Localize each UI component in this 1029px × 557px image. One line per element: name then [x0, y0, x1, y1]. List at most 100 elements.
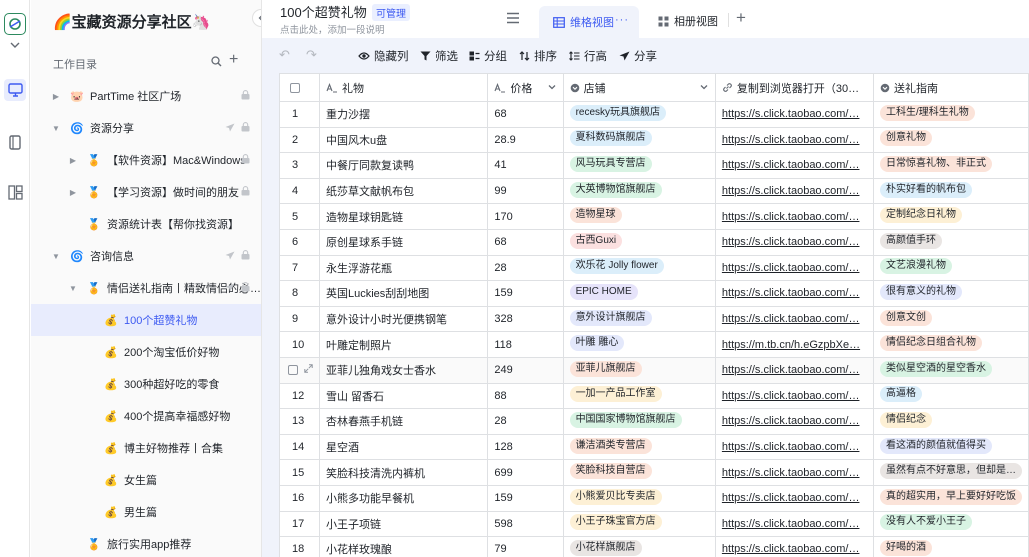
table-row[interactable]: 2 中国风木u盘 28.9 夏科数码旗舰店 https://s.click.taobao…	[279, 126, 1029, 154]
tab-album-view[interactable]: 相册视图	[658, 13, 718, 29]
table-row[interactable]: 7 永生浮游花瓶 28 欢乐花 Jolly flower https://s.click…	[279, 254, 1029, 282]
product-link[interactable]: https://s.click.taobao.com/…	[722, 441, 860, 453]
sidebar-item[interactable]: 🏅 资源统计表【帮你找资源】	[31, 208, 261, 240]
table-row[interactable]: 5 造物星球钥匙链 170 造物星球 https://s.click.taobao.co…	[279, 203, 1029, 230]
product-link[interactable]: https://s.click.taobao.com/…	[722, 364, 860, 376]
cell-shop[interactable]: 笑脸科技自营店	[562, 459, 716, 486]
sidebar-collapse-button[interactable]	[252, 9, 261, 27]
cell-gift[interactable]: 重力沙摆	[318, 101, 489, 128]
sidebar-item[interactable]: 💰 200个淘宝低价好物	[31, 336, 261, 368]
cell-link[interactable]: https://s.click.taobao.com/…	[714, 254, 874, 282]
sidebar-item[interactable]: 🏅 旅行实用app推荐	[31, 528, 261, 557]
cell-guide[interactable]: 高颜值手环	[872, 228, 1029, 256]
cell-price[interactable]: 88	[487, 382, 564, 410]
row-index-cell[interactable]: 13	[279, 408, 320, 435]
row-index-cell[interactable]: 6	[279, 228, 320, 256]
cell-link[interactable]: https://s.click.taobao.com/…	[714, 152, 874, 179]
table-row[interactable]: 8 英国Luckies刮刮地图 159 EPIC HOME https://s.clic…	[279, 280, 1029, 307]
table-row[interactable]: 亚菲儿独角戏女士香水 249 亚菲儿旗舰店 https://s.click.taoba…	[279, 356, 1029, 384]
cell-price[interactable]: 68	[487, 101, 564, 128]
cell-guide[interactable]: 看这酒的颜值就值得买	[872, 433, 1029, 461]
column-header-link[interactable]: 复制到浏览器打开（30…	[714, 73, 874, 102]
row-checkbox[interactable]	[288, 365, 298, 376]
cell-guide[interactable]: 情侣纪念日组合礼物	[872, 331, 1029, 358]
cell-shop[interactable]: EPIC HOME	[562, 280, 716, 307]
sidebar-item[interactable]: ▶ 🏅 【学习资源】做时间的朋友	[31, 176, 261, 208]
cell-guide[interactable]: 高逼格	[872, 382, 1029, 410]
cell-guide[interactable]: 日常惊喜礼物、非正式	[872, 152, 1029, 179]
row-index-cell[interactable]: 1	[279, 101, 320, 128]
cell-gift[interactable]: 小王子项链	[318, 510, 489, 538]
row-index-cell[interactable]: 3	[279, 152, 320, 179]
cell-price[interactable]: 159	[487, 484, 564, 512]
cell-shop[interactable]: 一加一产品工作室	[562, 382, 716, 410]
sidebar-item[interactable]: ▼ 🌀 资源分享	[31, 112, 261, 144]
cell-link[interactable]: https://s.click.taobao.com/…	[714, 203, 874, 230]
cell-shop[interactable]: 意外设计旗舰店	[562, 305, 716, 333]
column-header-guide[interactable]: 送礼指南	[872, 73, 1029, 102]
table-row[interactable]: 6 原创星球系手链 68 古西Guxi https://s.click.taobao.c…	[279, 228, 1029, 256]
expand-caret-icon[interactable]: ▶	[51, 92, 61, 101]
product-link[interactable]: https://s.click.taobao.com/…	[722, 467, 860, 479]
cell-link[interactable]: https://s.click.taobao.com/…	[714, 101, 874, 128]
cell-guide[interactable]: 文艺浪漫礼物	[872, 254, 1029, 282]
row-height-button[interactable]: 行高	[569, 48, 607, 64]
cell-link[interactable]: https://s.click.taobao.com/…	[714, 536, 874, 557]
page-title[interactable]: 100个超赞礼物	[280, 2, 367, 21]
product-link[interactable]: https://s.click.taobao.com/…	[722, 134, 860, 146]
cell-price[interactable]: 118	[487, 331, 564, 358]
cell-guide[interactable]: 朴实好看的帆布包	[872, 177, 1029, 205]
cell-link[interactable]: https://s.click.taobao.com/…	[714, 126, 874, 154]
group-button[interactable]: 分组	[469, 48, 507, 64]
cell-gift[interactable]: 亚菲儿独角戏女士香水	[318, 356, 489, 384]
cell-price[interactable]: 68	[487, 228, 564, 256]
cell-link[interactable]: https://s.click.taobao.com/…	[714, 280, 874, 307]
cell-gift[interactable]: 英国Luckies刮刮地图	[318, 280, 489, 307]
cell-link[interactable]: https://s.click.taobao.com/…	[714, 305, 874, 333]
cell-link[interactable]: https://m.tb.cn/h.eGzpbXe…	[714, 331, 874, 358]
cell-shop[interactable]: 小王子珠宝官方店	[562, 510, 716, 538]
cell-gift[interactable]: 原创星球系手链	[318, 228, 489, 256]
cell-shop[interactable]: 夏科数码旗舰店	[562, 126, 716, 154]
sidebar-item[interactable]: ▼ 🏅 情侣送礼指南丨精致情侣的必…	[31, 272, 261, 304]
cell-guide[interactable]: 类似星空酒的星空香水	[872, 356, 1029, 384]
row-index-cell[interactable]: 7	[279, 254, 320, 282]
workspace-switch-chevron-icon[interactable]	[9, 40, 21, 50]
table-row[interactable]: 17 小王子项链 598 小王子珠宝官方店 https://s.click.taobao…	[279, 510, 1029, 538]
product-link[interactable]: https://s.click.taobao.com/…	[722, 108, 860, 120]
row-index-cell[interactable]: 15	[279, 459, 320, 486]
column-menu-chevron-icon[interactable]	[547, 82, 557, 95]
cell-price[interactable]: 128	[487, 433, 564, 461]
cell-shop[interactable]: 小花样旗舰店	[562, 536, 716, 557]
cell-shop[interactable]: 古西Guxi	[562, 228, 716, 256]
share-button[interactable]: 分享	[619, 48, 657, 64]
row-index-cell[interactable]: 2	[279, 126, 320, 154]
product-link[interactable]: https://s.click.taobao.com/…	[722, 159, 860, 171]
cell-guide[interactable]: 工科生/理科生礼物	[872, 101, 1029, 128]
cell-price[interactable]: 28	[487, 254, 564, 282]
table-row[interactable]: 13 杏林春燕手机链 28 中国国家博物馆旗舰店 https://s.click.tao…	[279, 408, 1029, 435]
sidebar-item[interactable]: 💰 女生篇	[31, 464, 261, 496]
cell-link[interactable]: https://s.click.taobao.com/…	[714, 382, 874, 410]
cell-guide[interactable]: 创意文创	[872, 305, 1029, 333]
cell-price[interactable]: 598	[487, 510, 564, 538]
table-row[interactable]: 10 叶雕定制照片 118 叶雕 雕心 https://m.tb.cn/h.eGzpbX…	[279, 331, 1029, 358]
cell-gift[interactable]: 永生浮游花瓶	[318, 254, 489, 282]
column-header-price[interactable]: 价格	[487, 73, 564, 102]
description-placeholder[interactable]: 点击此处，添加一段说明	[280, 22, 385, 36]
cell-gift[interactable]: 星空酒	[318, 433, 489, 461]
notebook-icon[interactable]	[4, 131, 26, 153]
cell-shop[interactable]: 小熊爱贝比专卖店	[562, 484, 716, 512]
table-row[interactable]: 15 笑脸科技清洗内裤机 699 笑脸科技自营店 https://s.click.tao…	[279, 459, 1029, 486]
sidebar-item[interactable]: 💰 博主好物推荐丨合集	[31, 432, 261, 464]
cell-price[interactable]: 41	[487, 152, 564, 179]
cell-shop[interactable]: 亚菲儿旗舰店	[562, 356, 716, 384]
cell-gift[interactable]: 中餐厅同款复读鸭	[318, 152, 489, 179]
row-index-cell[interactable]: 12	[279, 382, 320, 410]
product-link[interactable]: https://s.click.taobao.com/…	[722, 287, 860, 299]
column-menu-chevron-icon[interactable]	[699, 82, 709, 95]
cell-price[interactable]: 699	[487, 459, 564, 486]
cell-shop[interactable]: 大英博物馆旗舰店	[562, 177, 716, 205]
sidebar-item[interactable]: 💰 男生篇	[31, 496, 261, 528]
menu-icon[interactable]	[506, 12, 520, 27]
